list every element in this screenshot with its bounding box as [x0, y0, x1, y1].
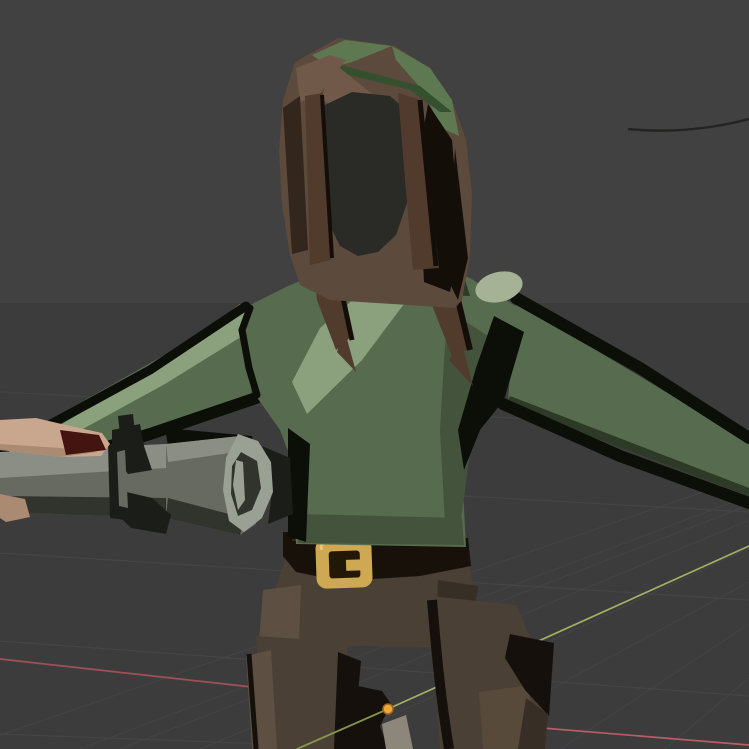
- waist-shadow: [298, 514, 464, 545]
- hip-highlight: [259, 585, 301, 644]
- viewport-3d[interactable]: [0, 0, 749, 749]
- origin-dot[interactable]: [383, 704, 393, 714]
